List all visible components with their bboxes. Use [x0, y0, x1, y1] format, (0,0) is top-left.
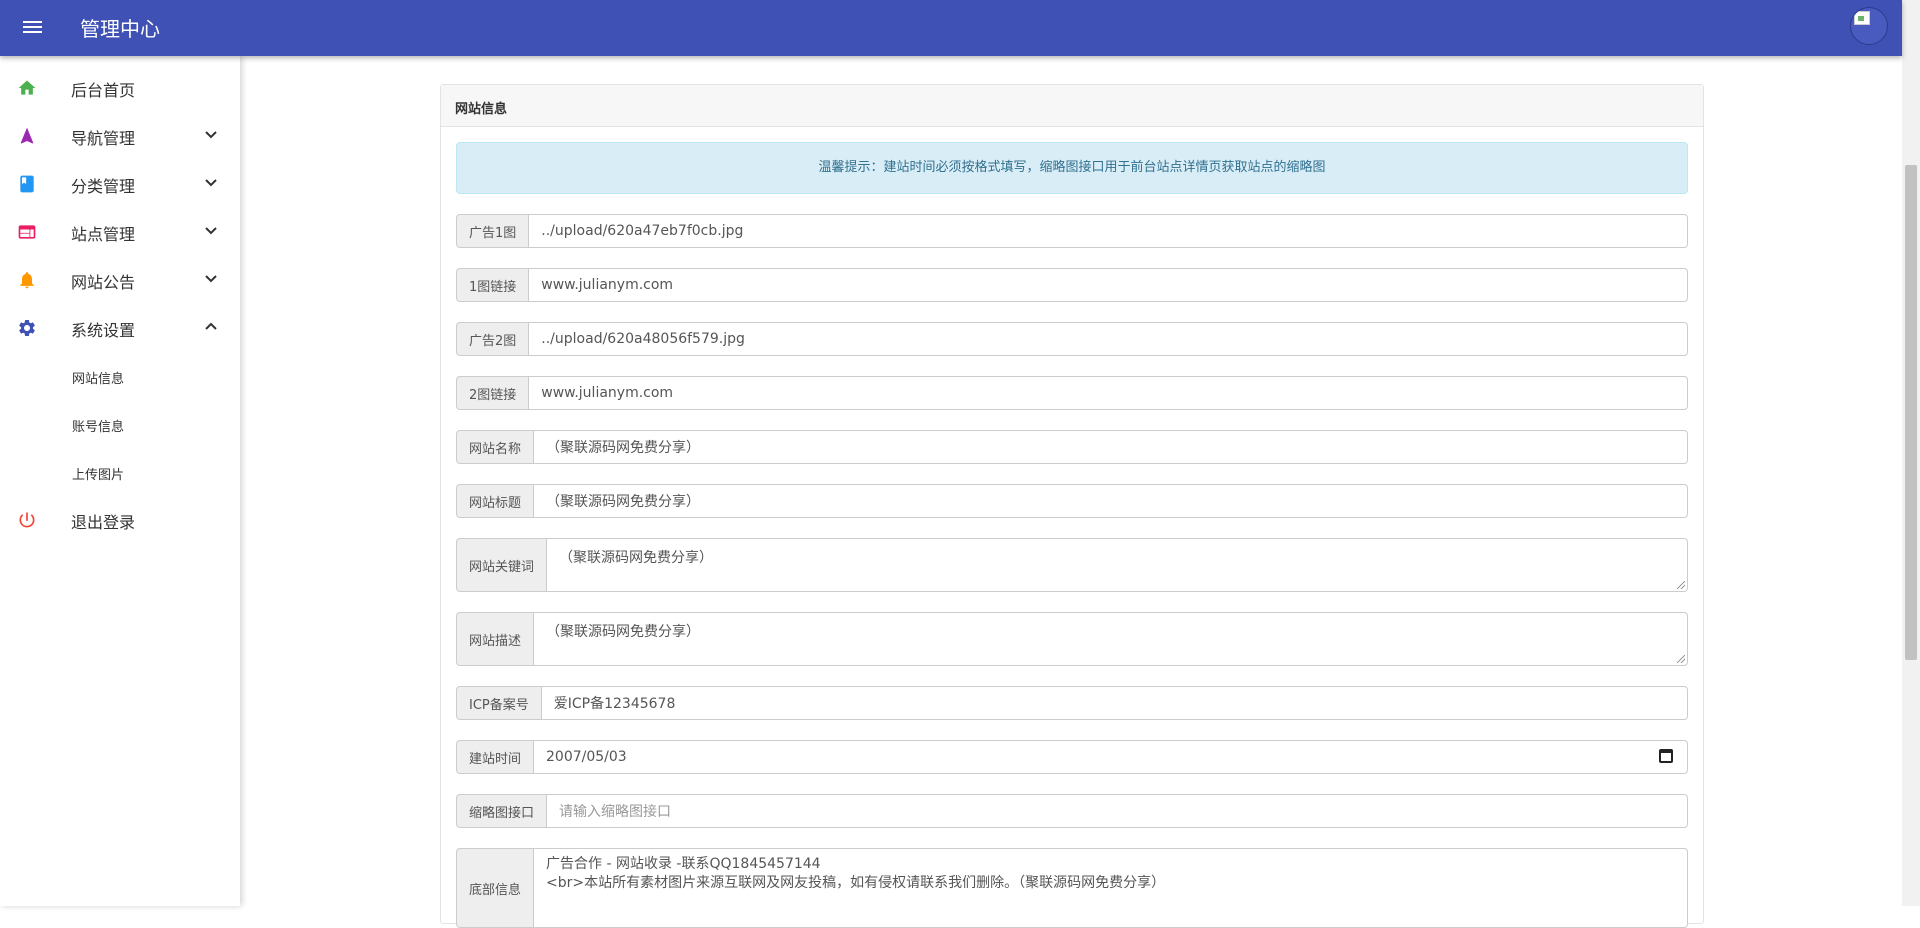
hamburger-menu-icon[interactable] [20, 14, 46, 40]
build-date-label: 建站时间 [456, 740, 534, 774]
sidebar-subitem-account-info[interactable]: 账号信息 [0, 400, 240, 448]
sidebar-subitem-label: 网站信息 [72, 372, 125, 387]
description-textarea[interactable]: （聚联源码网免费分享） [533, 612, 1688, 666]
form-row-ad1: 广告1图 ../upload/620a47eb7f0cb.jpg [456, 214, 1688, 248]
thumb-api-label: 缩略图接口 [456, 794, 547, 828]
sidebar-subitem-upload-image[interactable]: 上传图片 [0, 448, 240, 496]
form-row-site-title: 网站标题 （聚联源码网免费分享） [456, 484, 1688, 518]
gear-icon [19, 320, 35, 336]
form-row-ad2: 广告2图 ../upload/620a48056f579.jpg [456, 322, 1688, 356]
chevron-down-icon [205, 131, 217, 139]
chevron-down-icon [205, 227, 217, 235]
build-date-value: 2007/05/03 [546, 749, 627, 765]
build-date-input[interactable]: 2007/05/03 [533, 740, 1688, 774]
app-title: 管理中心 [80, 17, 160, 41]
sidebar-item-category[interactable]: 分类管理 [0, 160, 240, 208]
home-icon [18, 80, 36, 95]
sidebar-subitem-label: 账号信息 [72, 420, 125, 435]
calendar-icon[interactable] [1659, 749, 1673, 763]
ad2-label: 广告2图 [456, 322, 529, 356]
form-row-keywords: 网站关键词 （聚联源码网免费分享） [456, 538, 1688, 592]
form-row-build-date: 建站时间 2007/05/03 [456, 740, 1688, 774]
site-title-label: 网站标题 [456, 484, 534, 518]
footer-line-2: <br>本站所有素材图片来源互联网及网友投稿，如有侵权请联系我们删除。（聚联源码… [546, 875, 1166, 891]
form-row-link1: 1图链接 www.julianym.com [456, 268, 1688, 302]
site-info-card: 网站信息 温馨提示：建站时间必须按格式填写，缩略图接口用于前台站点详情页获取站点… [440, 84, 1704, 928]
sidebar-subitem-site-info[interactable]: 网站信息 [0, 352, 240, 400]
site-name-input[interactable]: （聚联源码网免费分享） [533, 430, 1688, 464]
web-icon [18, 225, 36, 239]
broken-image-icon [1854, 11, 1870, 25]
chevron-up-icon [205, 322, 217, 330]
icp-label: ICP备案号 [456, 686, 541, 720]
avatar[interactable] [1850, 7, 1888, 45]
icp-input[interactable]: 爱ICP备12345678 [540, 686, 1688, 720]
card-title: 网站信息 [441, 85, 1703, 127]
footer-line-1: 广告合作 - 网站收录 -联系QQ1845457144 [546, 856, 821, 872]
keywords-label: 网站关键词 [456, 538, 547, 592]
keywords-textarea[interactable]: （聚联源码网免费分享） [546, 538, 1688, 592]
navigation-icon [20, 127, 34, 144]
sidebar-item-logout[interactable]: 退出登录 [0, 496, 240, 544]
sidebar-item-label: 分类管理 [71, 177, 136, 196]
link2-label: 2图链接 [456, 376, 529, 410]
link2-input[interactable]: www.julianym.com [528, 376, 1688, 410]
site-name-label: 网站名称 [456, 430, 534, 464]
sidebar-item-settings[interactable]: 系统设置 [0, 304, 240, 352]
link1-input[interactable]: www.julianym.com [528, 268, 1688, 302]
form-row-description: 网站描述 （聚联源码网免费分享） [456, 612, 1688, 666]
form-row-site-name: 网站名称 （聚联源码网免费分享） [456, 430, 1688, 464]
sidebar-item-label: 站点管理 [71, 225, 136, 244]
sidebar-item-label: 网站公告 [71, 273, 136, 292]
ad1-input[interactable]: ../upload/620a47eb7f0cb.jpg [528, 214, 1688, 248]
sidebar-item-label: 后台首页 [71, 81, 136, 100]
power-icon [19, 512, 35, 528]
sidebar-item-navigation[interactable]: 导航管理 [0, 112, 240, 160]
bell-icon [20, 272, 34, 289]
form-row-footer: 底部信息 广告合作 - 网站收录 -联系QQ1845457144 <br>本站所… [456, 848, 1688, 928]
notice-alert: 温馨提示：建站时间必须按格式填写，缩略图接口用于前台站点详情页获取站点的缩略图 [456, 142, 1688, 194]
site-title-input[interactable]: （聚联源码网免费分享） [533, 484, 1688, 518]
description-label: 网站描述 [456, 612, 534, 666]
form-row-icp: ICP备案号 爱ICP备12345678 [456, 686, 1688, 720]
form-row-link2: 2图链接 www.julianym.com [456, 376, 1688, 410]
sidebar-item-label: 系统设置 [71, 321, 136, 340]
sidebar-item-label: 导航管理 [71, 129, 136, 148]
form-row-thumb-api: 缩略图接口 请输入缩略图接口 [456, 794, 1688, 828]
sidebar-item-announcement[interactable]: 网站公告 [0, 256, 240, 304]
ad2-input[interactable]: ../upload/620a48056f579.jpg [528, 322, 1688, 356]
book-icon [20, 175, 34, 193]
thumb-api-input[interactable]: 请输入缩略图接口 [546, 794, 1688, 828]
footer-textarea[interactable]: 广告合作 - 网站收录 -联系QQ1845457144 <br>本站所有素材图片… [533, 848, 1688, 928]
top-app-bar: 管理中心 [0, 0, 1902, 56]
ad1-label: 广告1图 [456, 214, 529, 248]
sidebar-item-home[interactable]: 后台首页 [0, 64, 240, 112]
chevron-down-icon [205, 179, 217, 187]
footer-label: 底部信息 [456, 848, 534, 928]
page-scrollbar[interactable] [1902, 0, 1920, 906]
scrollbar-thumb[interactable] [1905, 165, 1917, 660]
sidebar: 后台首页 导航管理 分类管理 站点管理 网站公告 系统设置 网站信息 账号信息 … [0, 56, 240, 906]
sidebar-item-sites[interactable]: 站点管理 [0, 208, 240, 256]
link1-label: 1图链接 [456, 268, 529, 302]
sidebar-subitem-label: 上传图片 [72, 468, 125, 483]
sidebar-item-label: 退出登录 [71, 513, 136, 532]
chevron-down-icon [205, 275, 217, 283]
